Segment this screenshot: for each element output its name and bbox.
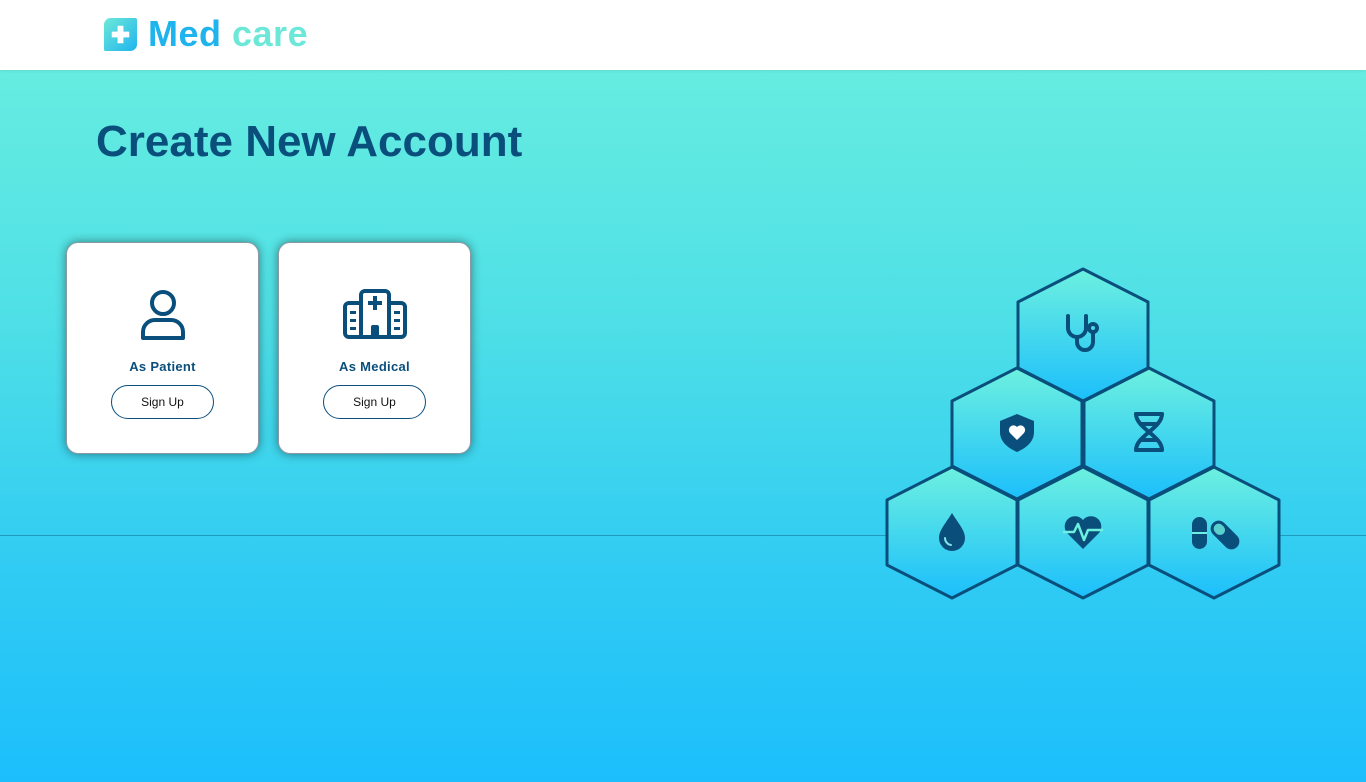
patient-signup-button[interactable]: Sign Up [111, 385, 214, 419]
hospital-icon [342, 289, 407, 339]
medical-signup-card: As Medical Sign Up [278, 242, 471, 454]
user-icon [140, 290, 185, 340]
logo-text-med: Med [148, 13, 222, 54]
logo[interactable]: Med care [103, 14, 308, 54]
patient-card-label: As Patient [129, 359, 196, 374]
patient-signup-card: As Patient Sign Up [66, 242, 259, 454]
logo-text-care: care [232, 13, 309, 54]
medical-signup-button[interactable]: Sign Up [323, 385, 426, 419]
page-title: Create New Account [96, 117, 523, 166]
medical-cross-icon [103, 17, 138, 51]
top-bar: Med care [0, 0, 1366, 70]
medical-card-label: As Medical [339, 359, 410, 374]
hexagon-illustration [885, 267, 1281, 600]
